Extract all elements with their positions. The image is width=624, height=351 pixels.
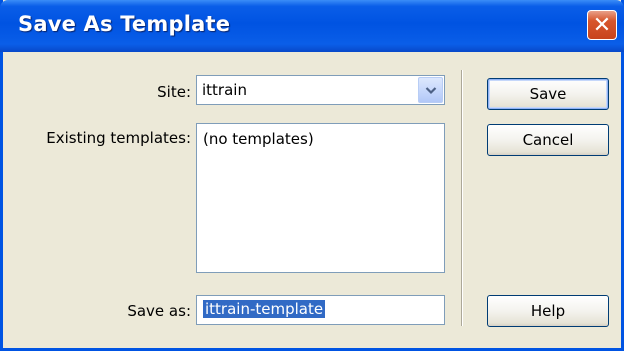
help-button-label: Help bbox=[530, 302, 566, 320]
site-select[interactable]: ittrain bbox=[196, 75, 445, 105]
site-label: Site: bbox=[157, 83, 191, 101]
list-item[interactable]: (no templates) bbox=[203, 130, 314, 148]
save-button[interactable]: Save bbox=[487, 78, 609, 110]
save-as-label: Save as: bbox=[127, 302, 191, 320]
existing-templates-label: Existing templates: bbox=[46, 129, 191, 147]
close-icon: ✕ bbox=[592, 12, 612, 38]
title-bar[interactable]: Save As Template ✕ bbox=[0, 0, 624, 52]
cancel-button[interactable]: Cancel bbox=[487, 124, 609, 156]
site-select-value: ittrain bbox=[202, 81, 247, 99]
existing-templates-list[interactable]: (no templates) bbox=[196, 123, 445, 273]
chevron-down-icon bbox=[425, 86, 436, 94]
help-button[interactable]: Help bbox=[487, 295, 609, 327]
save-as-input[interactable]: ittrain-template bbox=[196, 295, 445, 325]
vertical-divider bbox=[461, 70, 463, 326]
save-as-template-dialog: Save As Template ✕ Site: ittrain Existin… bbox=[0, 0, 624, 351]
save-button-label: Save bbox=[529, 85, 567, 103]
save-as-input-value: ittrain-template bbox=[203, 300, 326, 318]
window-title: Save As Template bbox=[18, 12, 231, 36]
site-dropdown-button[interactable] bbox=[418, 77, 443, 103]
cancel-button-label: Cancel bbox=[522, 131, 574, 149]
close-button[interactable]: ✕ bbox=[587, 10, 617, 40]
